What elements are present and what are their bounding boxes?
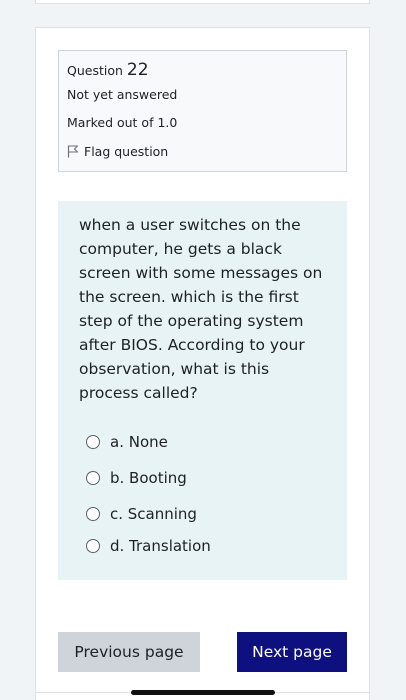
answer-option-c[interactable]: c. Scanning — [86, 505, 327, 523]
answer-options: a. None b. Booting c. Scanning d. Transl… — [86, 433, 327, 555]
question-content-box: when a user switches on the computer, he… — [58, 201, 347, 580]
radio-button[interactable] — [86, 471, 100, 485]
answer-option-label: a. None — [110, 433, 168, 451]
next-page-button[interactable]: Next page — [237, 632, 347, 672]
question-number-row: Question 22 — [67, 60, 338, 82]
question-number: 22 — [126, 60, 149, 80]
home-indicator[interactable] — [131, 690, 275, 695]
question-info-box: Question 22 Not yet answered Marked out … — [58, 50, 347, 172]
quiz-page: Question 22 Not yet answered Marked out … — [0, 0, 406, 700]
answer-status: Not yet answered — [67, 87, 178, 102]
question-label: Question — [67, 63, 123, 78]
answer-option-label: b. Booting — [110, 469, 187, 487]
radio-button[interactable] — [86, 507, 100, 521]
flag-icon — [67, 145, 79, 158]
radio-button[interactable] — [86, 539, 100, 553]
flag-question-label: Flag question — [84, 144, 169, 159]
previous-page-button[interactable]: Previous page — [58, 632, 200, 672]
question-text: when a user switches on the computer, he… — [79, 216, 323, 402]
radio-button[interactable] — [86, 435, 100, 449]
answer-option-label: c. Scanning — [110, 505, 197, 523]
answer-option-label: d. Translation — [110, 537, 211, 555]
answer-option-b[interactable]: b. Booting — [86, 469, 327, 487]
answer-option-d[interactable]: d. Translation — [86, 537, 327, 555]
flag-question-link[interactable]: Flag question — [67, 144, 338, 159]
answer-option-a[interactable]: a. None — [86, 433, 327, 451]
marks-info: Marked out of 1.0 — [67, 115, 178, 130]
previous-card-edge — [35, 0, 370, 4]
